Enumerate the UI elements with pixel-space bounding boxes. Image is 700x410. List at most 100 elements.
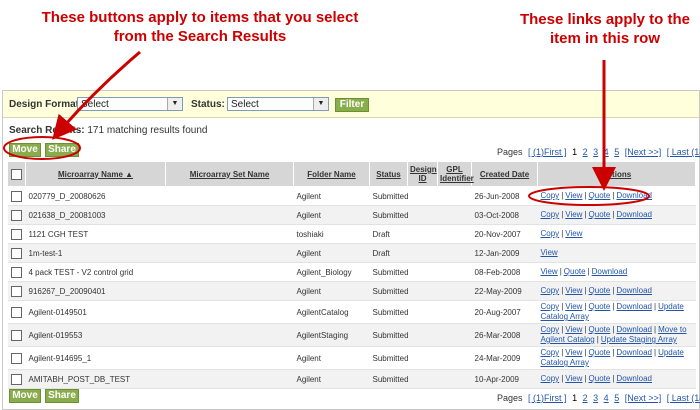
row-checkbox[interactable] xyxy=(10,285,22,297)
pager-page-link[interactable]: 2 xyxy=(583,147,588,157)
pager-page-link[interactable]: 5 xyxy=(614,147,619,157)
table-row[interactable]: AMITABH_POST_DB_TEST AgilentSubmitted 023… xyxy=(7,369,696,389)
table-row[interactable]: Agilent-0149501 AgilentCatalogSubmitted 0… xyxy=(7,300,696,324)
row-checkbox[interactable] xyxy=(10,209,22,221)
action-link-view[interactable]: View xyxy=(565,229,582,238)
row-checkbox[interactable] xyxy=(10,247,22,259)
action-link-view[interactable]: View xyxy=(565,191,582,200)
design-format-select[interactable]: Select ▼ xyxy=(77,97,183,111)
design-id-cell xyxy=(407,300,438,324)
action-separator: | xyxy=(561,286,564,295)
action-separator: | xyxy=(654,348,657,357)
pager-next-link[interactable]: [Next >>] xyxy=(625,393,662,403)
table-row[interactable]: 1m-test-1 Agilent Draft 12-Jan-2009 View xyxy=(7,243,696,263)
pager-page-link[interactable]: 5 xyxy=(614,393,619,403)
pager-page-link[interactable]: 4 xyxy=(604,393,609,403)
pager-first-link[interactable]: [ (1)First ] xyxy=(528,147,567,157)
action-link-copy[interactable]: Copy xyxy=(541,302,560,311)
row-actions-cell: Copy | View | Quote | Download xyxy=(537,186,696,206)
table-row[interactable]: 021638_D_20081003 AgilentSubmitted 021638… xyxy=(7,205,696,225)
action-link-view[interactable]: View xyxy=(565,302,582,311)
select-all-header[interactable] xyxy=(7,161,26,187)
table-row[interactable]: 4 pack TEST - V2 control grid Agilent_Bio… xyxy=(7,262,696,282)
column-header-microarray-name[interactable]: Microarray Name ▲ xyxy=(25,161,166,187)
action-link-copy[interactable]: Copy xyxy=(541,286,560,295)
microarray-name-cell: Agilent-019553 xyxy=(25,323,166,347)
table-row[interactable]: 1121 CGH TEST toshiaki Draft 20-Nov-2007 Cop… xyxy=(7,224,696,244)
action-link-download[interactable]: Download xyxy=(616,191,652,200)
column-header-status[interactable]: Status xyxy=(369,161,408,187)
column-header-gpl-identifier[interactable]: GPL Identifier xyxy=(437,161,474,187)
action-link-download[interactable]: Download xyxy=(592,267,628,276)
pager-first-link[interactable]: [ (1)First ] xyxy=(528,393,567,403)
action-link-view[interactable]: View xyxy=(565,286,582,295)
row-checkbox[interactable] xyxy=(10,373,22,385)
pager-page-link[interactable]: 3 xyxy=(593,393,598,403)
row-checkbox[interactable] xyxy=(10,266,22,278)
table-row[interactable]: Agilent-914695_1 AgilentSubmitted 914695 2… xyxy=(7,346,696,370)
column-header-folder-name[interactable]: Folder Name xyxy=(293,161,370,187)
row-checkbox-cell xyxy=(7,186,26,206)
row-actions-cell: Copy | View | Quote | Download xyxy=(537,369,696,389)
table-row[interactable]: 916267_D_20090401 AgilentSubmitted 916267… xyxy=(7,281,696,301)
action-link-quote[interactable]: Quote xyxy=(589,348,611,357)
select-all-checkbox[interactable] xyxy=(11,168,22,180)
action-link-copy[interactable]: Copy xyxy=(541,348,560,357)
action-link-copy[interactable]: Copy xyxy=(541,229,560,238)
search-results-panel: Design Format: Select ▼ Status: Select ▼… xyxy=(2,90,700,410)
row-checkbox-cell xyxy=(7,281,26,301)
action-link-view[interactable]: View xyxy=(565,325,582,334)
table-row[interactable]: 020779_D_20080626 AgilentSubmitted 020779… xyxy=(7,186,696,206)
action-link-quote[interactable]: Quote xyxy=(589,286,611,295)
filter-button[interactable]: Filter xyxy=(335,98,369,112)
action-link-download[interactable]: Download xyxy=(616,374,652,383)
table-row[interactable]: Agilent-019553 AgilentStagingSubmitted 01… xyxy=(7,323,696,347)
pager-page-link[interactable]: 4 xyxy=(604,147,609,157)
action-link-quote[interactable]: Quote xyxy=(589,191,611,200)
pager-page-link[interactable]: 3 xyxy=(593,147,598,157)
action-link-quote[interactable]: Quote xyxy=(589,325,611,334)
action-link-copy[interactable]: Copy xyxy=(541,210,560,219)
action-link-view[interactable]: View xyxy=(565,348,582,357)
action-link-copy[interactable]: Copy xyxy=(541,374,560,383)
action-separator: | xyxy=(561,374,564,383)
design-id-cell xyxy=(407,186,438,206)
action-link-copy[interactable]: Copy xyxy=(541,325,560,334)
move-button[interactable]: Move xyxy=(9,143,41,157)
action-separator: | xyxy=(561,210,564,219)
pager-last-link[interactable]: [ Last (18 )] xyxy=(667,393,700,403)
action-link-view[interactable]: View xyxy=(541,248,558,257)
move-button-bottom[interactable]: Move xyxy=(9,389,41,403)
microarray-set-name-cell xyxy=(165,346,294,370)
design-id-cell xyxy=(407,323,438,347)
action-link-download[interactable]: Download xyxy=(616,302,652,311)
pager-page-link[interactable]: 2 xyxy=(583,393,588,403)
action-link-download[interactable]: Download xyxy=(616,286,652,295)
action-link-view[interactable]: View xyxy=(541,267,558,276)
column-header-microarray-set-name[interactable]: Microarray Set Name xyxy=(165,161,294,187)
column-header-design-id[interactable]: Design ID xyxy=(407,161,438,187)
row-checkbox[interactable] xyxy=(10,329,22,341)
action-link-quote[interactable]: Quote xyxy=(589,374,611,383)
row-checkbox[interactable] xyxy=(10,228,22,240)
action-link-quote[interactable]: Quote xyxy=(564,267,586,276)
status-select[interactable]: Select ▼ xyxy=(227,97,329,111)
row-checkbox[interactable] xyxy=(10,190,22,202)
row-checkbox[interactable] xyxy=(10,352,22,364)
action-link-download[interactable]: Download xyxy=(616,325,652,334)
column-header-created-date[interactable]: Created Date xyxy=(471,161,538,187)
action-link-download[interactable]: Download xyxy=(616,210,652,219)
pager-next-link[interactable]: [Next >>] xyxy=(625,147,662,157)
share-button-bottom[interactable]: Share xyxy=(45,389,79,403)
share-button[interactable]: Share xyxy=(45,143,79,157)
design-format-label: Design Format: xyxy=(9,99,83,110)
action-link-quote[interactable]: Quote xyxy=(589,210,611,219)
action-link-update-staging-array[interactable]: Update Staging Array xyxy=(601,335,677,344)
row-checkbox[interactable] xyxy=(10,306,22,318)
action-link-quote[interactable]: Quote xyxy=(589,302,611,311)
action-link-view[interactable]: View xyxy=(565,210,582,219)
action-link-copy[interactable]: Copy xyxy=(541,191,560,200)
action-link-view[interactable]: View xyxy=(565,374,582,383)
action-link-download[interactable]: Download xyxy=(616,348,652,357)
pager-last-link[interactable]: [ Last (18 )] xyxy=(667,147,700,157)
